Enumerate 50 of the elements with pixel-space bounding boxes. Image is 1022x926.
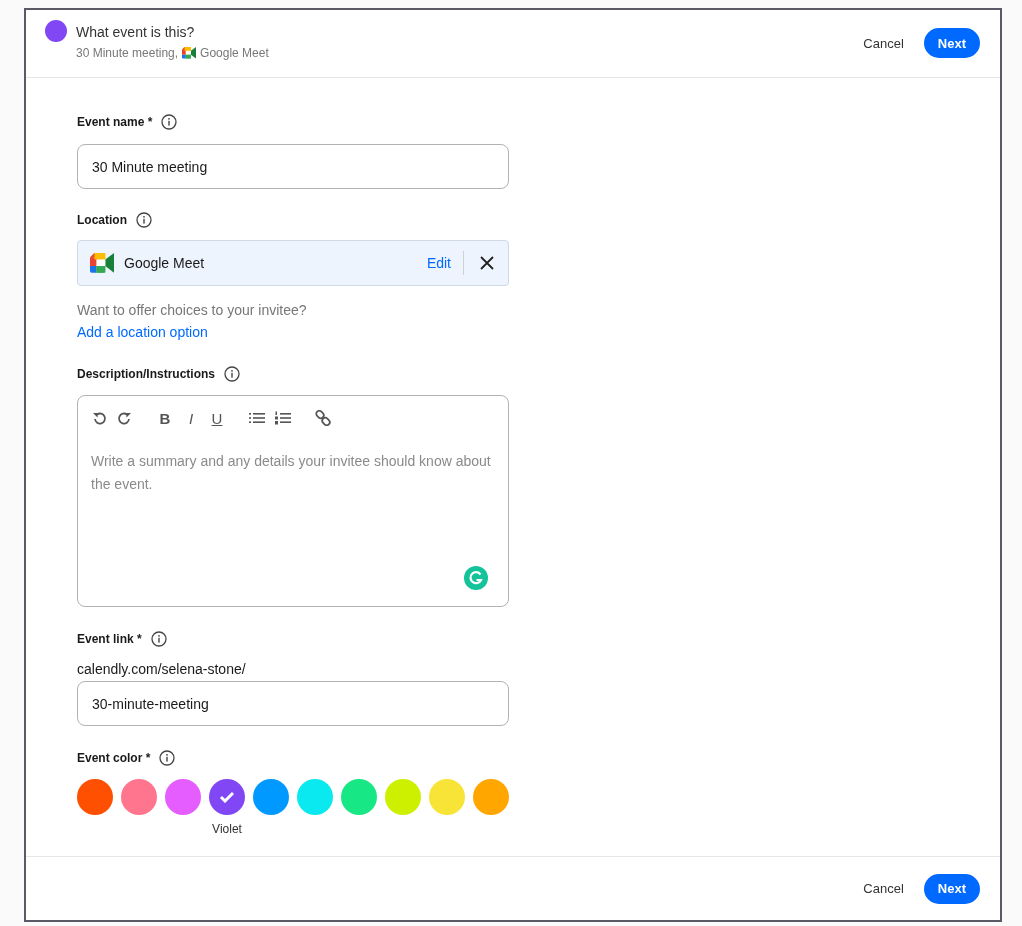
color-swatch[interactable] — [385, 779, 421, 815]
edit-link[interactable]: Edit — [426, 251, 464, 275]
color-swatch[interactable] — [473, 779, 509, 815]
underline-button[interactable]: U — [209, 409, 225, 427]
check-icon — [219, 791, 235, 803]
location-hint: Want to offer choices to your invitee? — [77, 302, 308, 318]
link-icon[interactable] — [315, 410, 331, 426]
color-swatch[interactable] — [165, 779, 201, 815]
description-editor[interactable]: B I U Write a summary and any details your invitee should know about the event. — [77, 395, 509, 607]
color-swatch[interactable] — [429, 779, 465, 815]
grammar-check-icon[interactable] — [464, 566, 488, 590]
undo-icon[interactable] — [91, 410, 107, 426]
next-button[interactable]: Next — [923, 873, 980, 904]
color-swatch[interactable] — [77, 779, 113, 815]
color-swatch[interactable] — [341, 779, 377, 815]
link-prefix: calendly.com/selena-stone/ — [77, 661, 247, 677]
event-name-field[interactable]: 30 Minute meeting — [77, 144, 509, 189]
info-icon[interactable] — [136, 212, 152, 228]
italic-button[interactable]: I — [183, 409, 199, 427]
field-label: Event link * — [77, 632, 142, 646]
bold-button[interactable]: B — [157, 409, 173, 427]
info-icon[interactable] — [150, 631, 167, 647]
location-summary: Google Meet — [200, 46, 269, 60]
next-button[interactable]: Next — [923, 28, 980, 58]
close-icon[interactable] — [480, 256, 494, 270]
cancel-button[interactable]: Cancel — [855, 875, 912, 902]
field-label: Event name * — [77, 115, 153, 129]
info-icon[interactable] — [159, 750, 176, 766]
redo-icon[interactable] — [117, 410, 133, 426]
video-camera-icon — [182, 47, 197, 59]
add-location-link[interactable]: Add a location option — [77, 324, 208, 340]
field-label: Location — [77, 213, 127, 227]
video-camera-icon — [90, 253, 114, 273]
field-label: Description/Instructions — [77, 367, 216, 381]
bulleted-list-icon[interactable] — [249, 411, 265, 425]
description-placeholder: Write a summary and any details your invitee should know about the event. — [91, 452, 492, 494]
field-label: Event color * — [77, 751, 151, 765]
numbered-list-icon[interactable] — [275, 411, 291, 425]
event-summary: 30 Minute meeting, — [76, 46, 179, 60]
color-swatch[interactable] — [209, 779, 245, 815]
color-swatch[interactable] — [121, 779, 157, 815]
cancel-button[interactable]: Cancel — [855, 29, 912, 57]
info-icon[interactable] — [224, 366, 241, 382]
color-name: Violet — [212, 822, 242, 836]
header-title: What event is this? — [76, 23, 196, 42]
color-swatch[interactable] — [297, 779, 333, 815]
event-link-field[interactable]: 30-minute-meeting — [77, 681, 509, 726]
location-name: Google Meet — [124, 255, 206, 271]
info-icon[interactable] — [161, 114, 178, 130]
color-swatch[interactable] — [253, 779, 289, 815]
